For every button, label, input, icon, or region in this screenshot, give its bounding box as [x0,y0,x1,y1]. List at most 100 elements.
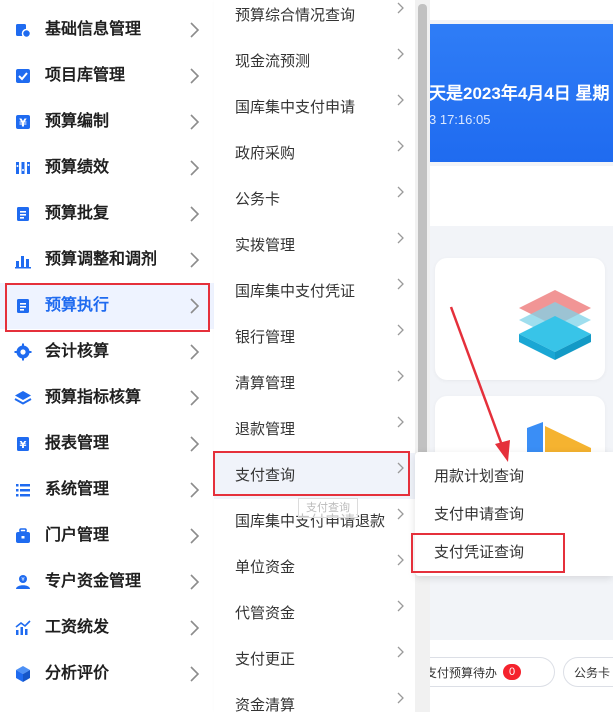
sidebar-item[interactable]: 预算批复 [0,191,214,237]
submenu-item-label: 支付更正 [235,651,296,668]
chevron-right-icon [190,252,202,268]
sidebar-item-label: 预算指标核算 [45,389,142,406]
submenu-item-label: 退款管理 [235,421,296,438]
banner-time-text: 3 17:16:05 [429,112,491,127]
briefcase-icon [16,528,30,543]
sidebar-item[interactable]: ¥ 报表管理 [0,421,214,467]
pending-chip[interactable]: 支付预算待办 0 [415,657,555,687]
sidebar-item-label: 预算编制 [45,113,110,130]
bar-chart-icon [15,256,31,269]
card-chip[interactable]: 公务卡 [563,657,613,687]
sidebar-item[interactable]: 预算调整和调剂 [0,237,214,283]
chip-label: 公务卡 [574,665,611,680]
performance-icon [16,162,30,174]
sidebar-item[interactable]: ¥ 预算编制 [0,99,214,145]
chevron-right-icon [397,553,405,566]
sidebar-item-label: 基础信息管理 [45,21,142,38]
highlight-submenu3-target [411,533,565,573]
submenu-item[interactable]: 预算综合情况查询 [214,0,415,39]
chevron-right-icon [190,160,202,176]
sidebar-item[interactable]: 会计核算 [0,329,214,375]
ghost-tooltip: 支付查询 [298,498,358,518]
submenu-item[interactable]: 清算管理 [214,361,415,407]
svg-text:¥: ¥ [20,440,27,451]
chevron-right-icon [397,139,405,152]
chevron-right-icon [190,114,202,130]
sidebar-item[interactable]: 预算指标核算 [0,375,214,421]
sidebar-item[interactable]: 基础信息管理 [0,7,214,53]
chevron-right-icon [397,277,405,290]
submenu-item-label: 银行管理 [235,329,296,346]
chart-up-icon [15,620,31,635]
chevron-right-icon [190,482,202,498]
submenu3-item-label: 支付申请查询 [434,506,525,523]
sidebar-item-label: 报表管理 [45,435,110,452]
highlight-submenu-active [213,451,410,496]
chevron-right-icon [190,22,202,38]
submenu3-item[interactable]: 支付申请查询 [415,496,613,534]
welcome-banner: 天是2023年4月4日 星期 3 17:16:05 [415,24,613,162]
submenu-item-label: 单位资金 [235,559,296,576]
top-strip [415,0,613,20]
yuan-report-icon: ¥ [17,437,29,451]
submenu-item-label: 现金流预测 [235,53,311,70]
svg-text:¥: ¥ [21,577,25,583]
submenu-item[interactable]: 银行管理 [214,315,415,361]
sidebar-item-label: 预算批复 [45,205,110,222]
sidebar-item[interactable]: 门户管理 [0,513,214,559]
chevron-right-icon [397,507,405,520]
chevron-right-icon [397,231,405,244]
chevron-right-icon [397,369,405,382]
sidebar: 基础信息管理 项目库管理 ¥ 预算编制 预算绩效 预算批复 预算调整和调剂 预算执行 会计核算预… [0,0,214,712]
submenu-item[interactable]: 国库集中支付申请 [214,85,415,131]
cube-icon [16,666,30,682]
sidebar-item[interactable]: 项目库管理 [0,53,214,99]
sidebar-item-label: 项目库管理 [45,67,126,84]
section-band [415,166,613,226]
sidebar-item-label: 会计核算 [45,343,110,360]
chevron-right-icon [190,620,202,636]
sidebar-item-label: 门户管理 [45,527,110,544]
submenu-item-label: 实拨管理 [235,237,296,254]
submenu-item-label: 清算管理 [235,375,296,392]
submenu-item[interactable]: 单位资金 [214,545,415,591]
layers-icon [14,391,32,405]
submenu-item[interactable]: 国库集中支付凭证 [214,269,415,315]
submenu-item[interactable]: 公务卡 [214,177,415,223]
user-fund-icon: ¥ [16,575,30,589]
submenu-item[interactable]: 实拨管理 [214,223,415,269]
sidebar-item[interactable]: 预算绩效 [0,145,214,191]
svg-text:¥: ¥ [19,117,27,130]
submenu-item[interactable]: 代管资金 [214,591,415,637]
stack-illustration-icon [519,290,591,360]
dashboard-card[interactable] [435,258,605,380]
scrollbar-thumb[interactable] [418,4,427,504]
chevron-right-icon [190,528,202,544]
highlight-sidebar-active [5,283,210,332]
submenu-item[interactable]: 退款管理 [214,407,415,453]
chevron-right-icon [397,415,405,428]
sidebar-item[interactable]: 系统管理 [0,467,214,513]
submenu-item[interactable]: 资金清算 [214,683,415,712]
sidebar-item-label: 工资统发 [45,619,110,636]
chevron-right-icon [397,645,405,658]
gear-icon [14,343,32,361]
submenu-item-label: 代管资金 [235,605,296,622]
chevron-right-icon [397,1,405,14]
chevron-right-icon [190,390,202,406]
sidebar-item[interactable]: ¥ 专户资金管理 [0,559,214,605]
submenu-item[interactable]: 现金流预测 [214,39,415,85]
yuan-icon: ¥ [16,115,30,130]
chevron-right-icon [397,47,405,60]
chevron-right-icon [190,206,202,222]
submenu-item-label: 资金清算 [235,697,296,712]
submenu-item-label: 公务卡 [235,191,281,208]
submenu-level2: 预算综合情况查询现金流预测国库集中支付申请 政府采购公务卡实拨管理国库集中支付凭证… [214,0,415,712]
submenu-item[interactable]: 支付更正 [214,637,415,683]
submenu-item[interactable]: 政府采购 [214,131,415,177]
submenu-item-label: 国库集中支付凭证 [235,283,356,300]
basic-info-icon [16,24,32,39]
sidebar-item[interactable]: 分析评价 [0,651,214,697]
sidebar-item[interactable]: 工资统发 [0,605,214,651]
submenu3-item[interactable]: 用款计划查询 [415,458,613,496]
